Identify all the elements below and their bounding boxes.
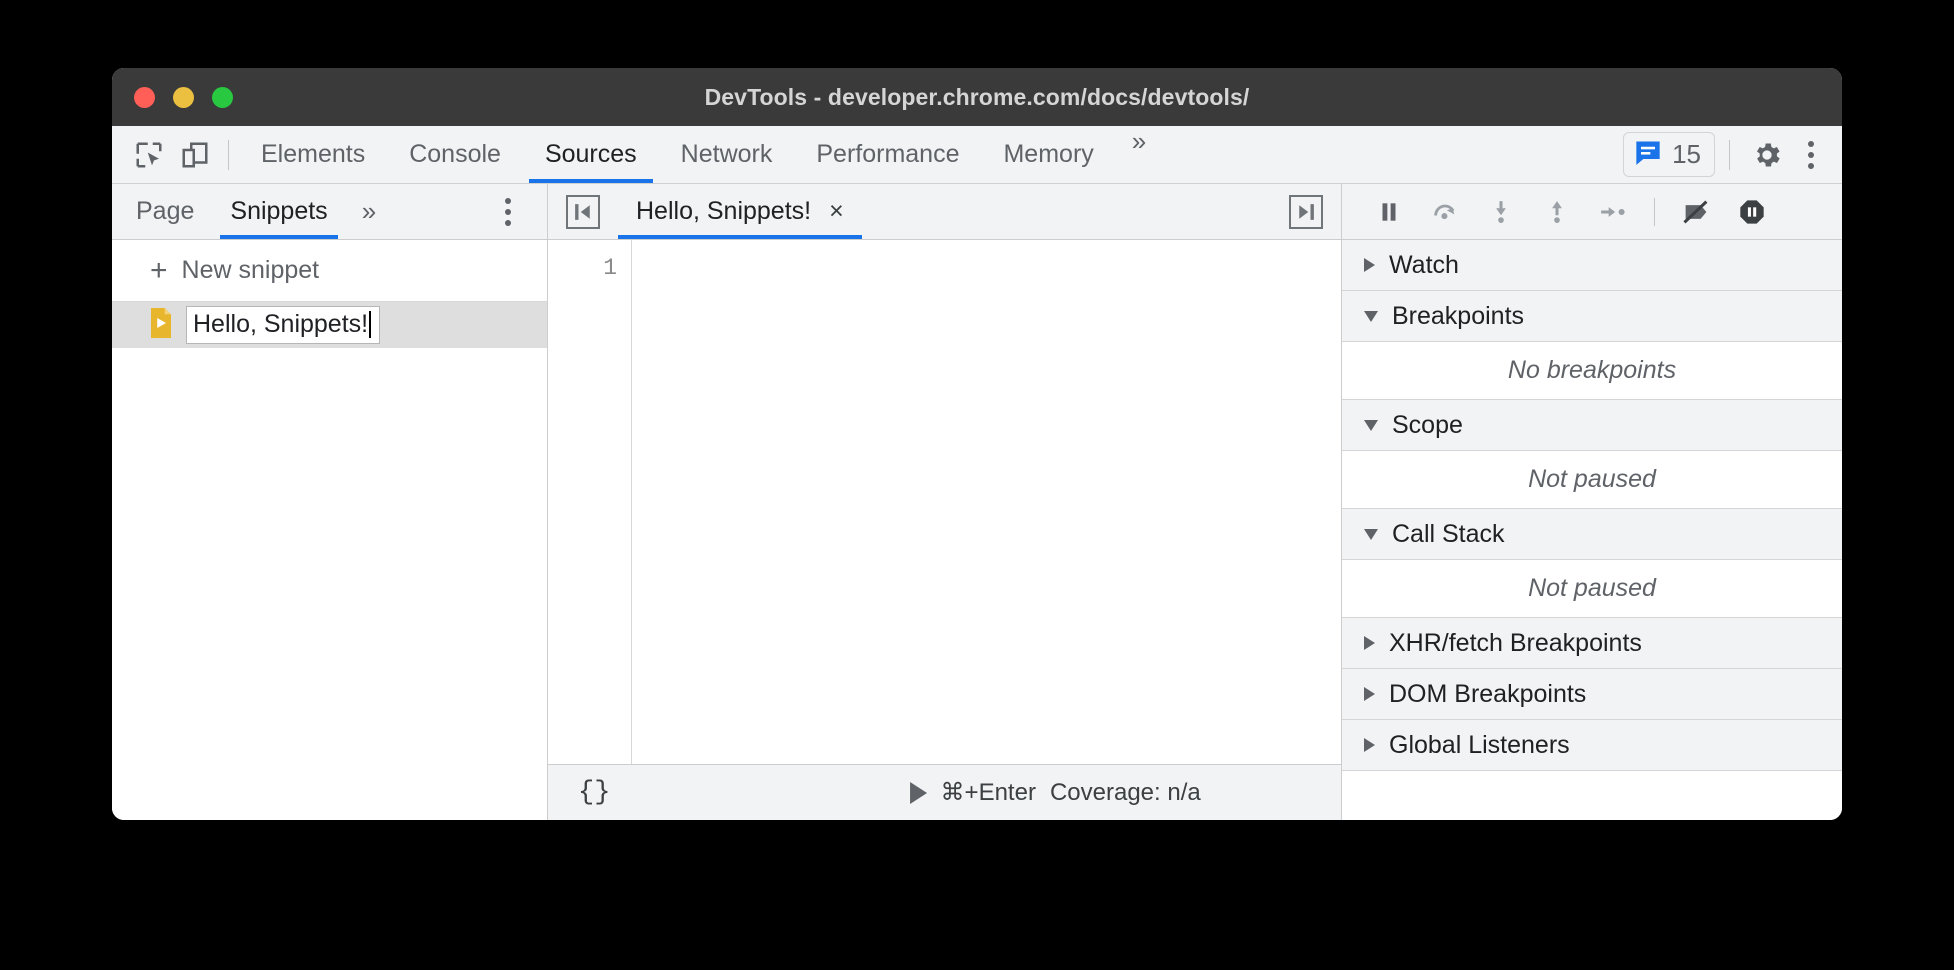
tab-elements[interactable]: Elements [239, 126, 387, 183]
section-title: Watch [1389, 251, 1459, 280]
code-content[interactable] [632, 240, 1341, 764]
pause-script-icon[interactable] [1366, 192, 1412, 232]
window-title: DevTools - developer.chrome.com/docs/dev… [112, 84, 1842, 111]
section-watch[interactable]: Watch [1342, 240, 1842, 291]
new-snippet-button[interactable]: + New snippet [112, 240, 547, 302]
navigator-tabs: Page Snippets » [112, 184, 547, 240]
new-snippet-label: New snippet [182, 256, 320, 285]
snippet-list-item[interactable]: Hello, Snippets! [112, 302, 547, 348]
snippet-rename-input[interactable]: Hello, Snippets! [186, 306, 380, 344]
debugger-toolbar-divider [1654, 198, 1655, 226]
show-navigator-button[interactable] [566, 195, 600, 229]
maximize-window-button[interactable] [212, 87, 233, 108]
section-xhr-fetch-breakpoints[interactable]: XHR/fetch Breakpoints [1342, 618, 1842, 669]
nav-tab-page[interactable]: Page [112, 184, 212, 239]
show-debugger-button[interactable] [1289, 195, 1323, 229]
debugger-pane: Watch Breakpoints No breakpoints Scope N… [1342, 184, 1842, 820]
nav-tab-snippets[interactable]: Snippets [212, 184, 345, 239]
main-toolbar: Elements Console Sources Network Perform… [112, 126, 1842, 184]
chevron-down-icon [1364, 420, 1378, 431]
traffic-lights [112, 87, 233, 108]
chevron-right-icon [1364, 738, 1375, 752]
toolbar-divider-2 [1729, 140, 1730, 170]
tab-console[interactable]: Console [387, 126, 523, 183]
section-title: Global Listeners [1389, 731, 1570, 760]
section-title: Breakpoints [1392, 302, 1524, 331]
step-over-icon[interactable] [1422, 192, 1468, 232]
panel-tabs: Elements Console Sources Network Perform… [239, 126, 1162, 183]
play-icon[interactable] [910, 782, 927, 804]
line-number-gutter: 1 [548, 240, 632, 764]
section-call-stack[interactable]: Call Stack [1342, 509, 1842, 560]
debugger-toolbar [1342, 184, 1842, 240]
editor-tab-label: Hello, Snippets! [636, 197, 811, 226]
run-snippet-hint: ⌘+Enter Coverage: n/a [910, 778, 1201, 807]
call-stack-empty-message: Not paused [1342, 560, 1842, 618]
section-title: DOM Breakpoints [1389, 680, 1586, 709]
message-count: 15 [1672, 139, 1701, 170]
navigator-more-tabs-icon[interactable]: » [346, 196, 392, 227]
tab-network[interactable]: Network [659, 126, 795, 183]
coverage-status: Coverage: n/a [1050, 779, 1201, 807]
chevron-down-icon [1364, 529, 1378, 540]
tab-memory[interactable]: Memory [981, 126, 1115, 183]
section-scope[interactable]: Scope [1342, 400, 1842, 451]
editor-tab-hello-snippets[interactable]: Hello, Snippets! × [618, 184, 862, 239]
close-icon[interactable]: × [829, 197, 844, 226]
snippet-file-icon [148, 308, 174, 343]
section-title: Scope [1392, 411, 1463, 440]
scope-empty-message: Not paused [1342, 451, 1842, 509]
section-global-listeners[interactable]: Global Listeners [1342, 720, 1842, 771]
snippet-name-value: Hello, Snippets! [193, 310, 368, 339]
section-breakpoints[interactable]: Breakpoints [1342, 291, 1842, 342]
section-dom-breakpoints[interactable]: DOM Breakpoints [1342, 669, 1842, 720]
code-editor[interactable]: 1 [548, 240, 1341, 764]
toolbar-divider [228, 140, 229, 170]
gear-icon[interactable] [1744, 135, 1790, 175]
devtools-main-menu-icon[interactable] [1794, 141, 1828, 169]
chevron-right-icon [1364, 636, 1375, 650]
close-window-button[interactable] [134, 87, 155, 108]
step-icon[interactable] [1590, 192, 1636, 232]
editor-tab-bar: Hello, Snippets! × [548, 184, 1341, 240]
more-panels-icon[interactable]: » [1116, 126, 1162, 183]
message-icon [1634, 138, 1662, 171]
navigator-menu-icon[interactable] [491, 198, 525, 226]
editor-pane: Hello, Snippets! × 1 {} ⌘ [548, 184, 1342, 820]
step-out-icon[interactable] [1534, 192, 1580, 232]
chevron-right-icon [1364, 687, 1375, 701]
device-toolbar-icon[interactable] [172, 135, 218, 175]
section-title: XHR/fetch Breakpoints [1389, 629, 1642, 658]
text-caret [369, 311, 371, 338]
inspect-element-icon[interactable] [126, 135, 172, 175]
line-number: 1 [548, 254, 617, 284]
editor-status-bar: {} ⌘+Enter Coverage: n/a [548, 764, 1341, 820]
chevron-right-icon [1364, 258, 1375, 272]
step-into-icon[interactable] [1478, 192, 1524, 232]
section-title: Call Stack [1392, 520, 1505, 549]
run-shortcut-label: ⌘+Enter [941, 778, 1036, 807]
tab-sources[interactable]: Sources [523, 126, 659, 183]
plus-icon: + [150, 256, 168, 286]
navigator-pane: Page Snippets » + New snippet Hello, Sni… [112, 184, 548, 820]
chevron-down-icon [1364, 311, 1378, 322]
devtools-window: DevTools - developer.chrome.com/docs/dev… [112, 68, 1842, 820]
toolbar-right-actions: 15 [1623, 132, 1828, 177]
deactivate-breakpoints-icon[interactable] [1673, 192, 1719, 232]
pause-on-exceptions-icon[interactable] [1729, 192, 1775, 232]
panel-body: Page Snippets » + New snippet Hello, Sni… [112, 184, 1842, 820]
tab-performance[interactable]: Performance [794, 126, 981, 183]
pretty-print-button[interactable]: {} [548, 778, 610, 808]
window-title-bar: DevTools - developer.chrome.com/docs/dev… [112, 68, 1842, 126]
breakpoints-empty-message: No breakpoints [1342, 342, 1842, 400]
console-messages-badge[interactable]: 15 [1623, 132, 1715, 177]
minimize-window-button[interactable] [173, 87, 194, 108]
debugger-sections: Watch Breakpoints No breakpoints Scope N… [1342, 240, 1842, 820]
editor-tab-bar-right [1271, 195, 1341, 229]
